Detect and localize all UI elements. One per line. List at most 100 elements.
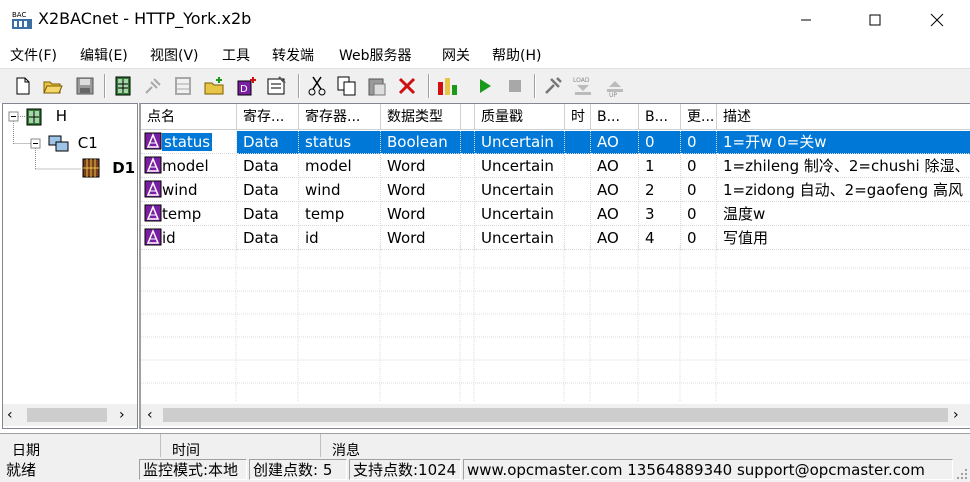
menu-gateway[interactable]: 网关 [442,45,470,65]
properties-icon[interactable] [266,75,288,97]
col-header-bacnet-instance[interactable]: B... [639,104,681,130]
add-point-icon[interactable]: D [236,75,258,97]
point-icon [144,180,162,198]
cell-data-type: Boolean [381,131,461,154]
cell-name: status [141,131,237,154]
tree-node-label: H [55,107,68,125]
cell-bacnet-instance: 2 [639,179,681,202]
col-header-bacnet-type[interactable]: B... [591,104,639,130]
cell-data-type: Word [381,203,461,226]
scroll-right-icon[interactable]: › [119,407,125,423]
table-row[interactable]: model Data model Word Uncertain AO 1 0 1=zhileng… [141,155,970,178]
tree-horizontal-scrollbar[interactable]: ‹ › [3,404,137,426]
close-button[interactable] [914,0,960,40]
cut-icon[interactable] [306,75,328,97]
cell-register: status [299,131,381,154]
minimize-button[interactable] [783,0,829,40]
point-icon [144,156,162,174]
status-ready: 就绪 [6,461,37,479]
tree-node-label: D1 [112,158,136,177]
menu-web-server[interactable]: Web服务器 [339,45,412,65]
cell-register-area: Data [237,131,299,154]
point-name: model [162,157,209,175]
menu-view[interactable]: 视图(V) [150,45,199,65]
svg-text:D: D [240,84,248,95]
svg-text:BAC: BAC [12,11,26,19]
resize-grip-icon[interactable] [955,467,968,480]
cell-bacnet-type: AO [591,131,639,154]
menu-bar: 文件(F) 编辑(E) 视图(V) 工具 转发端 Web服务器 网关 帮助(H) [0,40,970,68]
tree-node-root[interactable]: H [25,107,67,126]
col-header-quality[interactable]: 质量戳 [475,104,565,130]
device-icon[interactable] [112,75,134,97]
open-folder-icon[interactable] [42,75,64,97]
disabled-plug-icon[interactable] [142,75,164,97]
col-header-blank[interactable] [461,104,475,130]
tree-node-label: C1 [77,134,98,152]
svg-text:UP: UP [609,92,617,97]
save-icon[interactable] [74,75,96,97]
tree-node-device[interactable]: D1 [81,158,135,178]
menu-file[interactable]: 文件(F) [10,45,57,65]
new-file-icon[interactable] [12,75,34,97]
status-supported-points: 支持点数:1024 [349,459,461,480]
point-name: temp [162,205,202,223]
cell-name: temp [141,203,237,226]
col-header-name[interactable]: 点名 [141,104,237,130]
menu-forwarder[interactable]: 转发端 [272,45,314,65]
col-header-register[interactable]: 寄存器... [299,104,381,130]
cell-register: temp [299,203,381,226]
table-row[interactable]: temp Data temp Word Uncertain AO 3 0 温度w [141,203,970,226]
menu-help[interactable]: 帮助(H) [492,45,541,65]
col-header-data-type[interactable]: 数据类型 [381,104,461,130]
cell-blank [461,155,475,178]
cell-bacnet-instance: 1 [639,155,681,178]
point-icon [144,204,162,222]
paste-icon[interactable] [366,75,388,97]
cell-register: wind [299,179,381,202]
cell-update: 0 [681,155,717,178]
cell-description: 1=zidong 自动、2=gaofeng 高风 [717,179,970,202]
device-icon [26,108,42,125]
device-d-icon [82,158,100,178]
scroll-left-icon[interactable]: ‹ [7,407,13,423]
cell-blank [461,203,475,226]
table-row[interactable]: status Data status Boolean Uncertain AO 0 0 1=开w… [141,131,970,154]
grid-horizontal-scrollbar[interactable]: ‹ › [141,404,970,426]
stop-icon[interactable] [504,75,526,97]
scroll-right-icon[interactable]: › [953,407,959,423]
table-row[interactable]: wind Data wind Word Uncertain AO 2 0 1=zidong 自动… [141,179,970,202]
maximize-button[interactable] [852,0,898,40]
minimize-icon [801,19,811,21]
delete-icon[interactable] [396,75,418,97]
scroll-thumb[interactable] [163,408,948,422]
monitor-icon[interactable] [436,75,458,97]
point-name: id [162,229,176,247]
cell-name: model [141,155,237,178]
title-bar: BAC X2BACnet - HTTP_York.x2b [0,0,970,40]
cell-quality: Uncertain [475,179,565,202]
status-created-points: 创建点数: 5 [249,459,347,480]
load-icon[interactable]: LOAD [572,75,594,97]
col-header-description[interactable]: 描述 [717,104,970,130]
tree-node-channel[interactable]: C1 [47,134,98,153]
cell-update: 0 [681,179,717,202]
add-folder-icon[interactable] [204,75,226,97]
point-icon [144,132,162,150]
scroll-left-icon[interactable]: ‹ [147,407,153,423]
cell-bacnet-instance: 3 [639,203,681,226]
menu-edit[interactable]: 编辑(E) [80,45,128,65]
disabled-grid-icon[interactable] [172,75,194,97]
up-icon[interactable]: UP [604,75,626,97]
copy-icon[interactable] [336,75,358,97]
cell-register-area: Data [237,155,299,178]
col-header-register-area[interactable]: 寄存... [237,104,299,130]
tools-icon[interactable] [542,75,564,97]
col-header-update[interactable]: 更... [681,104,717,130]
col-header-time[interactable]: 时 [565,104,591,130]
run-icon[interactable] [474,75,496,97]
menu-tools[interactable]: 工具 [222,45,250,65]
scroll-thumb[interactable] [27,408,107,422]
status-bar: 就绪 监控模式:本地 创建点数: 5 支持点数:1024 www.opcmast… [0,457,970,482]
cell-update: 0 [681,203,717,226]
